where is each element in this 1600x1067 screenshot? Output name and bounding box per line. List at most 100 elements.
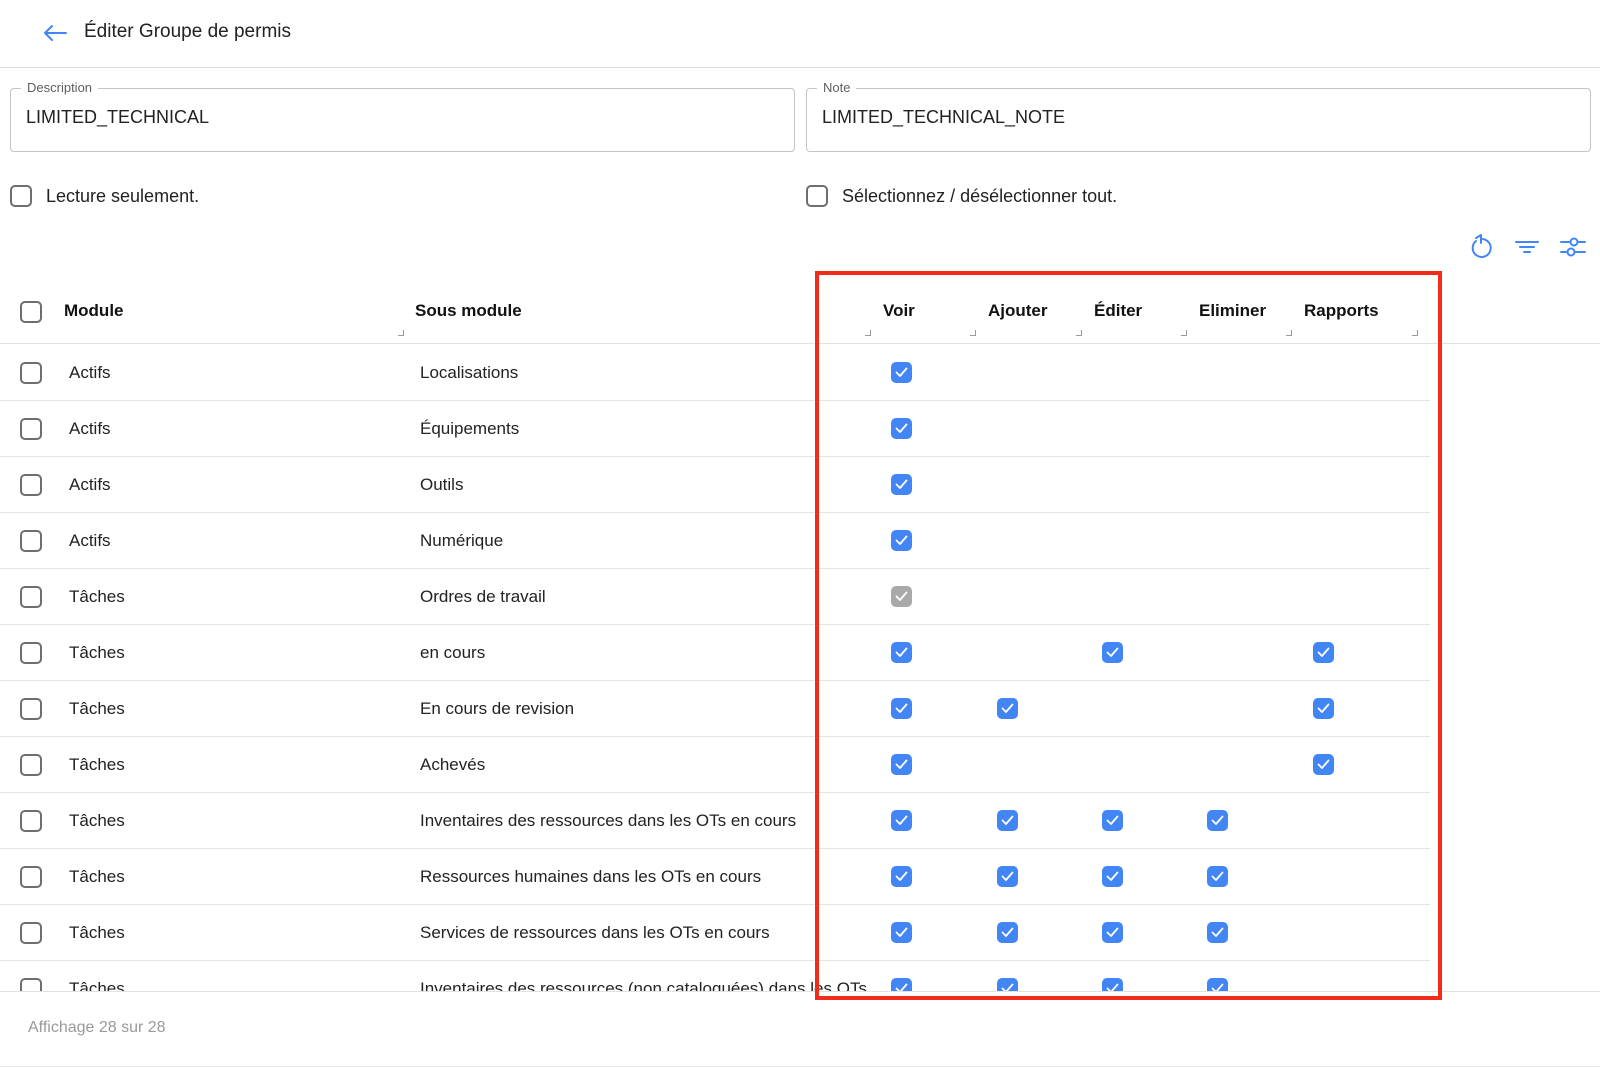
permission-view-checkbox[interactable] — [891, 418, 912, 439]
permission-edit-checkbox[interactable] — [1102, 978, 1123, 991]
permission-view-checkbox[interactable] — [891, 530, 912, 551]
select-all-checkbox[interactable] — [806, 185, 828, 207]
permission-add-checkbox[interactable] — [997, 866, 1018, 887]
permission-add-checkbox[interactable] — [997, 698, 1018, 719]
column-header-submodule[interactable]: Sous module — [415, 301, 522, 321]
permission-view-checkbox[interactable] — [891, 362, 912, 383]
note-label: Note — [817, 80, 857, 96]
row-select-checkbox[interactable] — [20, 922, 42, 944]
permission-edit-checkbox[interactable] — [1102, 810, 1123, 831]
column-header-add[interactable]: Ajouter — [988, 301, 1048, 321]
read-only-label: Lecture seulement. — [46, 185, 200, 206]
permission-view-checkbox[interactable] — [891, 922, 912, 943]
description-field[interactable]: Description — [10, 80, 795, 152]
resize-handle-icon[interactable] — [970, 330, 976, 336]
module-cell: Tâches — [69, 867, 125, 886]
checkmark-icon — [895, 871, 908, 881]
resize-handle-icon[interactable] — [398, 330, 404, 336]
resize-handle-icon[interactable] — [1412, 330, 1418, 336]
permission-reports-checkbox[interactable] — [1313, 698, 1334, 719]
permission-add-checkbox[interactable] — [997, 810, 1018, 831]
permission-delete-checkbox[interactable] — [1207, 922, 1228, 943]
permission-view-checkbox[interactable] — [891, 474, 912, 495]
column-header-module[interactable]: Module — [64, 301, 124, 321]
back-arrow-icon[interactable] — [40, 18, 70, 48]
note-input[interactable] — [822, 107, 1562, 128]
row-select-checkbox[interactable] — [20, 474, 42, 496]
refresh-icon[interactable] — [1466, 232, 1496, 262]
permission-view-checkbox — [891, 586, 912, 607]
checkmark-icon — [895, 423, 908, 433]
permission-reports-checkbox[interactable] — [1313, 754, 1334, 775]
permission-edit-checkbox[interactable] — [1102, 866, 1123, 887]
module-cell: Tâches — [69, 811, 125, 830]
row-select-checkbox[interactable] — [20, 586, 42, 608]
read-only-checkbox[interactable] — [10, 185, 32, 207]
checkmark-icon — [895, 703, 908, 713]
permission-view-checkbox[interactable] — [891, 754, 912, 775]
column-settings-icon[interactable] — [1558, 232, 1588, 262]
select-all-rows-checkbox[interactable] — [20, 301, 42, 323]
permission-view-checkbox[interactable] — [891, 810, 912, 831]
resize-handle-icon[interactable] — [865, 330, 871, 336]
checkmark-icon — [1001, 927, 1014, 937]
column-header-edit[interactable]: Éditer — [1094, 301, 1142, 321]
row-select-checkbox[interactable] — [20, 530, 42, 552]
resize-handle-icon[interactable] — [1286, 330, 1292, 336]
checkmark-icon — [1211, 815, 1224, 825]
permission-edit-checkbox[interactable] — [1102, 922, 1123, 943]
module-cell: Actifs — [69, 363, 111, 382]
submodule-cell: Numérique — [420, 531, 504, 550]
row-select-checkbox[interactable] — [20, 642, 42, 664]
note-field[interactable]: Note — [806, 80, 1591, 152]
module-cell: Actifs — [69, 531, 111, 550]
module-cell: Tâches — [69, 923, 125, 942]
permission-delete-checkbox[interactable] — [1207, 978, 1228, 991]
table-row: Tâches Services de ressources dans les OT… — [0, 905, 1430, 961]
submodule-cell: Achevés — [420, 755, 486, 774]
table-row: Actifs Équipements — [0, 401, 1430, 457]
checkmark-icon — [1001, 815, 1014, 825]
row-select-checkbox[interactable] — [20, 362, 42, 384]
filter-icon[interactable] — [1512, 232, 1542, 262]
permission-add-checkbox[interactable] — [997, 978, 1018, 991]
row-select-checkbox[interactable] — [20, 698, 42, 720]
submodule-cell: Localisations — [420, 363, 519, 382]
checkmark-icon — [895, 647, 908, 657]
permission-view-checkbox[interactable] — [891, 866, 912, 887]
submodule-cell: Inventaires des ressources (non catalogu… — [420, 979, 867, 991]
table-toolbar — [1466, 232, 1588, 264]
description-label: Description — [21, 80, 99, 96]
permission-view-checkbox[interactable] — [891, 642, 912, 663]
select-all-option[interactable]: Sélectionnez / désélectionner tout. — [806, 183, 1117, 209]
row-select-checkbox[interactable] — [20, 978, 42, 991]
table-footer: Affichage 28 sur 28 — [0, 991, 1600, 1067]
module-cell: Tâches — [69, 643, 125, 662]
permission-delete-checkbox[interactable] — [1207, 810, 1228, 831]
permission-reports-checkbox[interactable] — [1313, 642, 1334, 663]
column-header-reports[interactable]: Rapports — [1304, 301, 1379, 321]
permission-delete-checkbox[interactable] — [1207, 866, 1228, 887]
checkmark-icon — [895, 479, 908, 489]
top-bar: Éditer Groupe de permis — [0, 0, 1600, 68]
permission-view-checkbox[interactable] — [891, 978, 912, 991]
read-only-option[interactable]: Lecture seulement. — [10, 183, 199, 209]
permission-edit-checkbox[interactable] — [1102, 642, 1123, 663]
module-cell: Actifs — [69, 419, 111, 438]
description-input[interactable] — [26, 107, 766, 128]
row-select-checkbox[interactable] — [20, 418, 42, 440]
permission-view-checkbox[interactable] — [891, 698, 912, 719]
resize-handle-icon[interactable] — [1076, 330, 1082, 336]
column-header-view[interactable]: Voir — [883, 301, 915, 321]
module-cell: Tâches — [69, 699, 125, 718]
column-header-delete[interactable]: Eliminer — [1199, 301, 1266, 321]
module-cell: Tâches — [69, 979, 125, 991]
table-row: Tâches Achevés — [0, 737, 1430, 793]
row-select-checkbox[interactable] — [20, 754, 42, 776]
row-select-checkbox[interactable] — [20, 810, 42, 832]
resize-handle-icon[interactable] — [1181, 330, 1187, 336]
permission-table-body: Actifs Localisations Actifs Équipements Acti… — [0, 345, 1600, 991]
row-select-checkbox[interactable] — [20, 866, 42, 888]
permission-add-checkbox[interactable] — [997, 922, 1018, 943]
submodule-cell: en cours — [420, 643, 486, 662]
